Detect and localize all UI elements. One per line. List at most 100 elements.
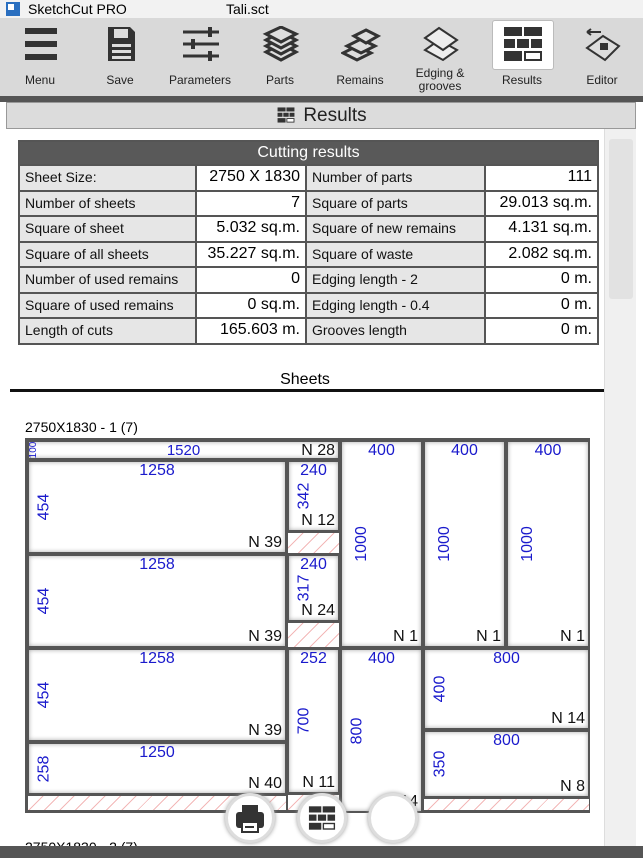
- part[interactable]: 400 1000 N 1: [423, 440, 506, 648]
- waste-area: [287, 622, 340, 648]
- menu-button[interactable]: Menu: [0, 18, 80, 96]
- remains-button[interactable]: Remains: [320, 18, 400, 96]
- save-button[interactable]: Save: [80, 18, 160, 96]
- results-view-button[interactable]: [297, 793, 347, 843]
- part[interactable]: 400 1000 N 1: [340, 440, 423, 648]
- part-height: 454: [35, 681, 53, 709]
- table-row: Sheet Size: 2750 X 1830 Number of parts 111: [20, 164, 597, 190]
- part-height: 1000: [435, 526, 453, 562]
- part-height: 454: [35, 587, 53, 615]
- table-title: Cutting results: [20, 142, 597, 164]
- sheet-label: 2750X1830 - 1 (7): [25, 419, 138, 435]
- part[interactable]: 252 700 N 11: [287, 648, 340, 794]
- part-number: N 1: [560, 628, 585, 645]
- part[interactable]: 1520 100 N 28: [27, 440, 340, 460]
- part[interactable]: 1258 454 N 39: [27, 648, 287, 742]
- part-width: 1258: [139, 556, 175, 573]
- parameters-button[interactable]: Parameters: [160, 18, 240, 96]
- part-width: 1250: [139, 744, 175, 761]
- editor-icon: [585, 28, 621, 62]
- part[interactable]: 800 400 N 14: [423, 648, 590, 730]
- table-row: Number of sheets 7 Square of parts 29.013 s…: [20, 189, 597, 215]
- blank-button[interactable]: [368, 793, 418, 843]
- parts-icon: [262, 26, 300, 62]
- part-width: 1520: [166, 442, 201, 459]
- result-value: 165.603 m.: [197, 319, 307, 343]
- divider: [10, 389, 604, 392]
- part[interactable]: 1250 258 N 40: [27, 742, 287, 795]
- part-width: 400: [451, 442, 478, 459]
- result-value: 0 m.: [486, 293, 597, 317]
- part-width: 240: [300, 462, 327, 479]
- result-value: 4.131 sq.m.: [486, 217, 597, 241]
- result-label: Length of cuts: [20, 319, 198, 343]
- table-row: Square of sheet 5.032 sq.m. Square of new …: [20, 215, 597, 241]
- part-width: 400: [368, 650, 395, 667]
- scrollbar-thumb[interactable]: [609, 139, 633, 299]
- part[interactable]: 240 342 N 12: [287, 460, 340, 532]
- result-value: 0 m.: [486, 319, 597, 343]
- file-title: Tali.sct: [226, 1, 269, 17]
- result-label: Square of waste: [307, 242, 487, 266]
- edging-icon: [423, 26, 459, 62]
- part-width: 1258: [139, 650, 175, 667]
- part-height: 400: [431, 675, 449, 703]
- part[interactable]: 1258 454 N 39: [27, 554, 287, 648]
- part-height: 100: [27, 441, 39, 459]
- part-width: 252: [300, 650, 327, 667]
- part-height: 342: [295, 482, 313, 510]
- part-height: 454: [35, 493, 53, 521]
- table-row: Number of used remains 0 Edging length - 2…: [20, 266, 597, 292]
- sheet-layout[interactable]: 1520 100 N 28 1258 454 N 39 240 342 N 12 1258 454 N…: [25, 438, 590, 813]
- result-label: Square of parts: [307, 191, 487, 215]
- result-label: Number of sheets: [20, 191, 198, 215]
- table-row: Square of used remains 0 sq.m. Edging leng…: [20, 291, 597, 317]
- part-height: 317: [295, 574, 313, 602]
- scrollbar[interactable]: [604, 129, 636, 858]
- part[interactable]: 800 350 N 8: [423, 730, 590, 798]
- result-label: Grooves length: [307, 319, 487, 343]
- waste-area: [423, 798, 590, 811]
- result-label: Square of used remains: [20, 293, 198, 317]
- result-label: Number of parts: [307, 166, 487, 190]
- result-label: Edging length - 2: [307, 268, 487, 292]
- part-number: N 39: [248, 534, 282, 551]
- app-icon: [6, 2, 20, 16]
- part-number: N 28: [301, 442, 335, 459]
- part-height: 350: [431, 750, 449, 778]
- remains-icon: [341, 28, 381, 62]
- part-width: 800: [493, 650, 520, 667]
- edging-grooves-button[interactable]: Edging & grooves: [400, 18, 480, 96]
- edging-label: Edging & grooves: [415, 66, 465, 93]
- part[interactable]: 1258 454 N 39: [27, 460, 287, 554]
- save-label: Save: [106, 73, 134, 87]
- part-number: N 11: [302, 774, 335, 791]
- parts-button[interactable]: Parts: [240, 18, 320, 96]
- result-label: Sheet Size:: [20, 166, 198, 190]
- results-icon: [308, 806, 336, 830]
- result-value: 35.227 sq.m.: [197, 242, 307, 266]
- editor-button[interactable]: Editor: [562, 18, 642, 96]
- print-button[interactable]: [225, 793, 275, 843]
- part-number: N 1: [393, 628, 418, 645]
- menu-icon: [25, 28, 57, 60]
- result-label: Square of all sheets: [20, 242, 198, 266]
- print-icon: [236, 805, 264, 833]
- result-value: 0: [197, 268, 307, 292]
- part-number: N 14: [551, 710, 585, 727]
- part-height: 1000: [518, 526, 536, 562]
- part[interactable]: 400800N 14: [340, 648, 423, 813]
- result-value: 0 m.: [486, 268, 597, 292]
- results-button[interactable]: Results: [482, 18, 562, 96]
- part[interactable]: 400 1000 N 1: [506, 440, 590, 648]
- part-number: N 39: [248, 628, 282, 645]
- result-label: Edging length - 0.4: [307, 293, 487, 317]
- part-number: N 1: [476, 628, 501, 645]
- save-icon: [108, 27, 135, 61]
- part-width: 400: [534, 442, 562, 459]
- part-number: N 39: [248, 722, 282, 739]
- result-value: 2.082 sq.m.: [486, 242, 597, 266]
- cutting-results-table: Cutting results Sheet Size: 2750 X 1830 Nu…: [18, 140, 599, 345]
- part-height: 258: [35, 755, 53, 782]
- part[interactable]: 240 317 N 24: [287, 554, 340, 622]
